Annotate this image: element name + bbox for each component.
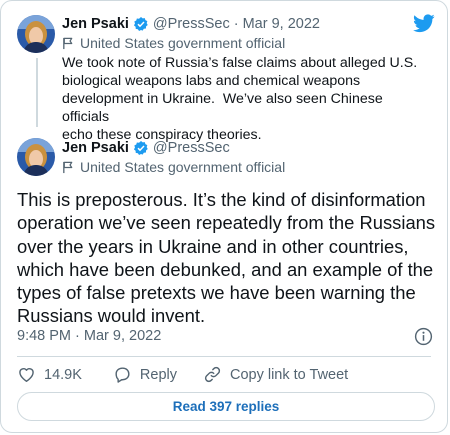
copy-link-button[interactable]: Copy link to Tweet (203, 365, 348, 384)
account-label: United States government official (62, 159, 285, 175)
quoted-author-row: Jen Psaki @PressSec · Mar 9, 2022 (62, 15, 320, 33)
reply-icon (115, 367, 130, 383)
handle[interactable]: @PressSec (153, 139, 230, 157)
tweet-text: This is preposterous. It’s the kind of d… (17, 189, 436, 327)
like-count: 14.9K (44, 366, 82, 383)
reply-label: Reply (139, 366, 177, 383)
avatar-image (17, 15, 55, 53)
twitter-bird-icon[interactable] (413, 14, 435, 33)
tweet-timestamp[interactable]: 9:48 PM · Mar 9, 2022 (17, 328, 161, 344)
info-icon[interactable] (414, 327, 433, 346)
copy-link-label: Copy link to Tweet (229, 366, 349, 383)
verified-badge-icon (133, 17, 148, 31)
author-name[interactable]: Jen Psaki (62, 139, 129, 157)
flag-icon (63, 161, 73, 173)
like-button[interactable]: 14.9K (17, 365, 82, 384)
reply-button[interactable]: Reply (113, 365, 177, 384)
thread-connector (36, 58, 38, 127)
account-label-text: United States government official (80, 35, 286, 51)
avatar[interactable] (17, 15, 55, 53)
account-label: United States government official (62, 35, 285, 51)
account-label-text: United States government official (80, 159, 286, 175)
action-bar: 14.9K Reply Copy link to Tweet (17, 365, 348, 384)
read-replies-button[interactable]: Read 397 replies (17, 392, 435, 421)
avatar[interactable] (17, 138, 55, 176)
heart-icon (19, 368, 34, 382)
main-author-row: Jen Psaki @PressSec (62, 139, 230, 157)
author-name[interactable]: Jen Psaki (62, 15, 129, 33)
divider (17, 356, 431, 357)
flag-icon (63, 37, 73, 49)
link-icon (204, 366, 221, 383)
avatar-image (17, 138, 55, 176)
tweet-card: Jen Psaki @PressSec · Mar 9, 2022 United… (0, 0, 448, 433)
verified-badge-icon (133, 141, 148, 155)
quoted-tweet-text: We took note of Russia’s false claims ab… (62, 55, 418, 143)
handle-and-date[interactable]: @PressSec · Mar 9, 2022 (153, 15, 320, 33)
